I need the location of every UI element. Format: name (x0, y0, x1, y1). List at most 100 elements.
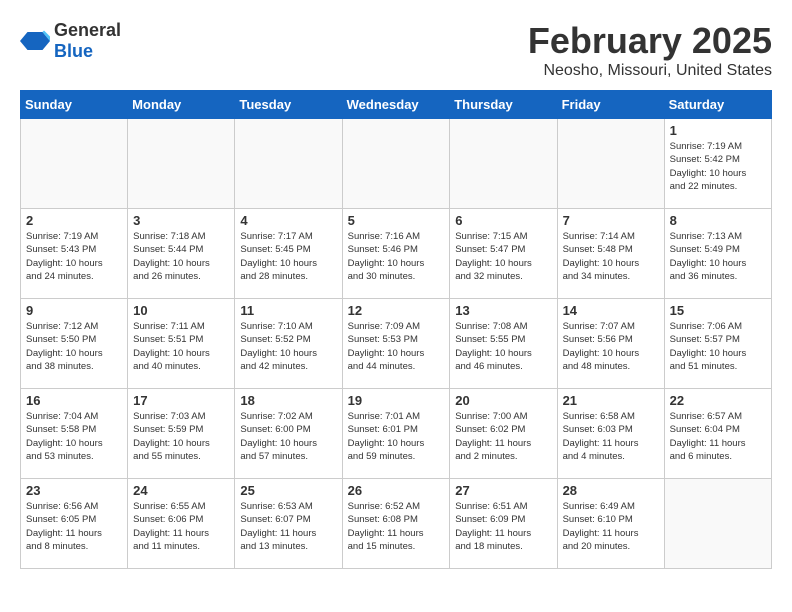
day-info: Sunrise: 7:03 AM Sunset: 5:59 PM Dayligh… (133, 410, 229, 463)
day-number: 4 (240, 213, 336, 228)
logo: General Blue (20, 20, 121, 62)
day-info: Sunrise: 6:56 AM Sunset: 6:05 PM Dayligh… (26, 500, 122, 553)
calendar-week-row: 9 Sunrise: 7:12 AM Sunset: 5:50 PM Daylig… (21, 299, 772, 389)
calendar-cell: 2Sunrise: 7:19 AM Sunset: 5:43 PM Daylig… (21, 209, 128, 299)
calendar-cell: 16 Sunrise: 7:04 AM Sunset: 5:58 PM Dayli… (21, 389, 128, 479)
day-info: Sunrise: 7:08 AM Sunset: 5:55 PM Dayligh… (455, 320, 551, 373)
calendar-cell: 5 Sunrise: 7:16 AM Sunset: 5:46 PM Daylig… (342, 209, 450, 299)
weekday-header: Tuesday (235, 91, 342, 119)
day-number: 11 (240, 303, 336, 318)
day-info: Sunrise: 6:49 AM Sunset: 6:10 PM Dayligh… (563, 500, 659, 553)
day-number: 3 (133, 213, 229, 228)
calendar-week-row: 1 Sunrise: 7:19 AM Sunset: 5:42 PM Daylig… (21, 119, 772, 209)
day-info: Sunrise: 6:53 AM Sunset: 6:07 PM Dayligh… (240, 500, 336, 553)
calendar-cell: 6 Sunrise: 7:15 AM Sunset: 5:47 PM Daylig… (450, 209, 557, 299)
calendar-cell (342, 119, 450, 209)
day-number: 22 (670, 393, 766, 408)
calendar-cell: 21 Sunrise: 6:58 AM Sunset: 6:03 PM Dayli… (557, 389, 664, 479)
day-number: 8 (670, 213, 766, 228)
day-number: 25 (240, 483, 336, 498)
calendar: SundayMondayTuesdayWednesdayThursdayFrid… (20, 90, 772, 569)
logo-text: General Blue (54, 20, 121, 62)
day-info: Sunrise: 7:10 AM Sunset: 5:52 PM Dayligh… (240, 320, 336, 373)
weekday-header: Monday (128, 91, 235, 119)
day-info: Sunrise: 6:57 AM Sunset: 6:04 PM Dayligh… (670, 410, 766, 463)
calendar-week-row: 16 Sunrise: 7:04 AM Sunset: 5:58 PM Dayli… (21, 389, 772, 479)
day-info: Sunrise: 6:52 AM Sunset: 6:08 PM Dayligh… (348, 500, 445, 553)
day-number: 17 (133, 393, 229, 408)
day-info: Sunrise: 7:19 AM Sunset: 5:42 PM Dayligh… (670, 140, 766, 193)
calendar-week-row: 23 Sunrise: 6:56 AM Sunset: 6:05 PM Dayli… (21, 479, 772, 569)
location-title: Neosho, Missouri, United States (528, 62, 772, 80)
calendar-cell: 12 Sunrise: 7:09 AM Sunset: 5:53 PM Dayli… (342, 299, 450, 389)
day-number: 15 (670, 303, 766, 318)
day-number: 6 (455, 213, 551, 228)
day-number: 23 (26, 483, 122, 498)
calendar-cell: 19Sunrise: 7:01 AM Sunset: 6:01 PM Dayli… (342, 389, 450, 479)
calendar-cell (21, 119, 128, 209)
calendar-header-row: SundayMondayTuesdayWednesdayThursdayFrid… (21, 91, 772, 119)
calendar-cell (450, 119, 557, 209)
weekday-header: Saturday (664, 91, 771, 119)
day-number: 13 (455, 303, 551, 318)
day-number: 24 (133, 483, 229, 498)
day-number: 27 (455, 483, 551, 498)
day-info: Sunrise: 7:17 AM Sunset: 5:45 PM Dayligh… (240, 230, 336, 283)
day-number: 20 (455, 393, 551, 408)
day-number: 18 (240, 393, 336, 408)
logo-blue: Blue (54, 41, 93, 61)
day-number: 12 (348, 303, 445, 318)
calendar-cell: 8 Sunrise: 7:13 AM Sunset: 5:49 PM Daylig… (664, 209, 771, 299)
calendar-cell: 10 Sunrise: 7:11 AM Sunset: 5:51 PM Dayli… (128, 299, 235, 389)
day-info: Sunrise: 7:09 AM Sunset: 5:53 PM Dayligh… (348, 320, 445, 373)
day-number: 10 (133, 303, 229, 318)
day-info: Sunrise: 6:58 AM Sunset: 6:03 PM Dayligh… (563, 410, 659, 463)
calendar-cell: 24 Sunrise: 6:55 AM Sunset: 6:06 PM Dayli… (128, 479, 235, 569)
day-number: 19 (348, 393, 445, 408)
day-info: Sunrise: 7:16 AM Sunset: 5:46 PM Dayligh… (348, 230, 445, 283)
calendar-cell: 15 Sunrise: 7:06 AM Sunset: 5:57 PM Dayli… (664, 299, 771, 389)
day-info: Sunrise: 6:55 AM Sunset: 6:06 PM Dayligh… (133, 500, 229, 553)
calendar-cell (664, 479, 771, 569)
day-info: Sunrise: 7:00 AM Sunset: 6:02 PM Dayligh… (455, 410, 551, 463)
day-info: Sunrise: 7:19 AM Sunset: 5:43 PM Dayligh… (26, 230, 122, 283)
calendar-cell: 20 Sunrise: 7:00 AM Sunset: 6:02 PM Dayli… (450, 389, 557, 479)
day-number: 14 (563, 303, 659, 318)
title-area: February 2025 Neosho, Missouri, United S… (528, 20, 772, 80)
day-info: Sunrise: 7:15 AM Sunset: 5:47 PM Dayligh… (455, 230, 551, 283)
calendar-cell: 25 Sunrise: 6:53 AM Sunset: 6:07 PM Dayli… (235, 479, 342, 569)
calendar-cell: 4 Sunrise: 7:17 AM Sunset: 5:45 PM Daylig… (235, 209, 342, 299)
day-info: Sunrise: 7:13 AM Sunset: 5:49 PM Dayligh… (670, 230, 766, 283)
day-number: 1 (670, 123, 766, 138)
calendar-cell (235, 119, 342, 209)
calendar-cell: 22 Sunrise: 6:57 AM Sunset: 6:04 PM Dayli… (664, 389, 771, 479)
day-info: Sunrise: 7:04 AM Sunset: 5:58 PM Dayligh… (26, 410, 122, 463)
calendar-cell: 23 Sunrise: 6:56 AM Sunset: 6:05 PM Dayli… (21, 479, 128, 569)
calendar-cell (557, 119, 664, 209)
weekday-header: Friday (557, 91, 664, 119)
calendar-cell: 14Sunrise: 7:07 AM Sunset: 5:56 PM Dayli… (557, 299, 664, 389)
page-header: General Blue February 2025 Neosho, Misso… (20, 20, 772, 80)
weekday-header: Thursday (450, 91, 557, 119)
calendar-cell: 28 Sunrise: 6:49 AM Sunset: 6:10 PM Dayli… (557, 479, 664, 569)
calendar-cell (128, 119, 235, 209)
day-number: 21 (563, 393, 659, 408)
calendar-cell: 7Sunrise: 7:14 AM Sunset: 5:48 PM Daylig… (557, 209, 664, 299)
logo-icon (20, 26, 50, 56)
calendar-cell: 18Sunrise: 7:02 AM Sunset: 6:00 PM Dayli… (235, 389, 342, 479)
day-info: Sunrise: 6:51 AM Sunset: 6:09 PM Dayligh… (455, 500, 551, 553)
day-info: Sunrise: 7:06 AM Sunset: 5:57 PM Dayligh… (670, 320, 766, 373)
day-number: 16 (26, 393, 122, 408)
day-number: 9 (26, 303, 122, 318)
day-info: Sunrise: 7:11 AM Sunset: 5:51 PM Dayligh… (133, 320, 229, 373)
day-number: 28 (563, 483, 659, 498)
weekday-header: Wednesday (342, 91, 450, 119)
weekday-header: Sunday (21, 91, 128, 119)
day-number: 5 (348, 213, 445, 228)
calendar-cell: 26Sunrise: 6:52 AM Sunset: 6:08 PM Dayli… (342, 479, 450, 569)
calendar-cell: 27 Sunrise: 6:51 AM Sunset: 6:09 PM Dayli… (450, 479, 557, 569)
calendar-cell: 1 Sunrise: 7:19 AM Sunset: 5:42 PM Daylig… (664, 119, 771, 209)
calendar-cell: 3Sunrise: 7:18 AM Sunset: 5:44 PM Daylig… (128, 209, 235, 299)
calendar-cell: 11 Sunrise: 7:10 AM Sunset: 5:52 PM Dayli… (235, 299, 342, 389)
day-info: Sunrise: 7:12 AM Sunset: 5:50 PM Dayligh… (26, 320, 122, 373)
